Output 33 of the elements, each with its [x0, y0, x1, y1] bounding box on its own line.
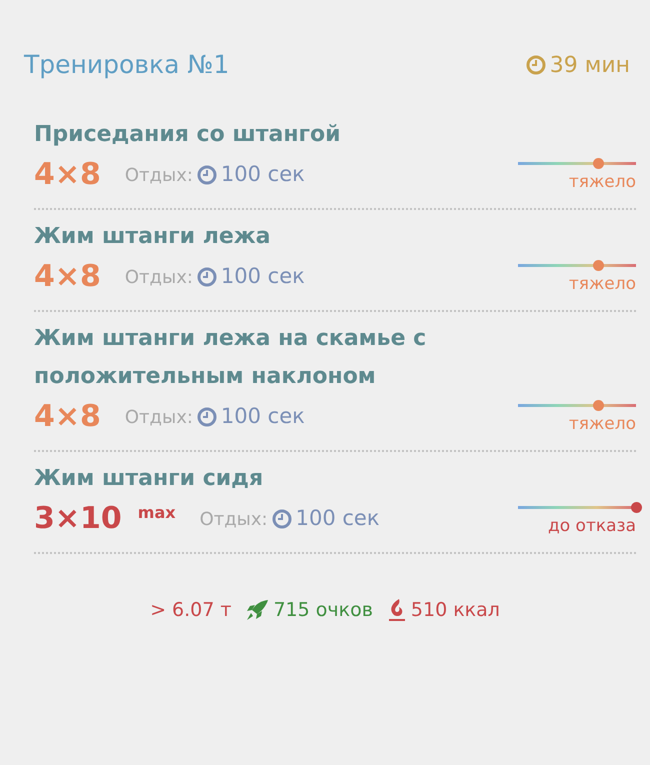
rest-label: Отдых:: [124, 266, 193, 290]
rest-time: 100 сек: [220, 403, 305, 430]
clock-icon: [196, 267, 217, 287]
rocket-icon: [245, 599, 270, 622]
clock-icon: [196, 407, 217, 427]
rest-time: 100 сек: [220, 161, 305, 188]
rest-label: Отдых:: [124, 406, 193, 430]
rest-time: 100 сек: [220, 263, 305, 290]
exercise-name: Жим штанги лежа: [34, 223, 272, 251]
sets-reps: 3×10: [34, 501, 122, 537]
exercise-name: Жим штанги сидя: [34, 465, 264, 493]
tonnage: > 6.07 т: [150, 598, 232, 623]
exercise-name: Приседания со штангой: [34, 121, 342, 149]
clock-icon: [526, 55, 546, 75]
points: 715 очков: [273, 598, 373, 623]
clock-icon: [272, 509, 292, 529]
intensity-label: тяжело: [568, 171, 636, 194]
clock-icon: [196, 165, 217, 185]
intensity-label: до отказа: [548, 515, 636, 538]
sets-reps: 4×8: [34, 399, 101, 435]
calories: 510 ккал: [410, 598, 500, 623]
rest-label: Отдых:: [124, 164, 193, 188]
duration: 39 мин: [550, 52, 630, 80]
exercise-name: Жим штанги лежа на скамье с положительным наклоном: [34, 325, 428, 391]
sets-reps: 4×8: [34, 157, 101, 193]
rest-label: Отдых:: [200, 508, 268, 532]
max-note: max: [138, 502, 176, 524]
sets-reps: 4×8: [34, 259, 101, 295]
intensity-label: тяжело: [568, 413, 636, 436]
workout-title: Тренировка №1: [24, 49, 230, 82]
flame-icon: [386, 598, 407, 622]
intensity-label: тяжело: [568, 273, 636, 296]
rest-time: 100 сек: [296, 505, 380, 532]
